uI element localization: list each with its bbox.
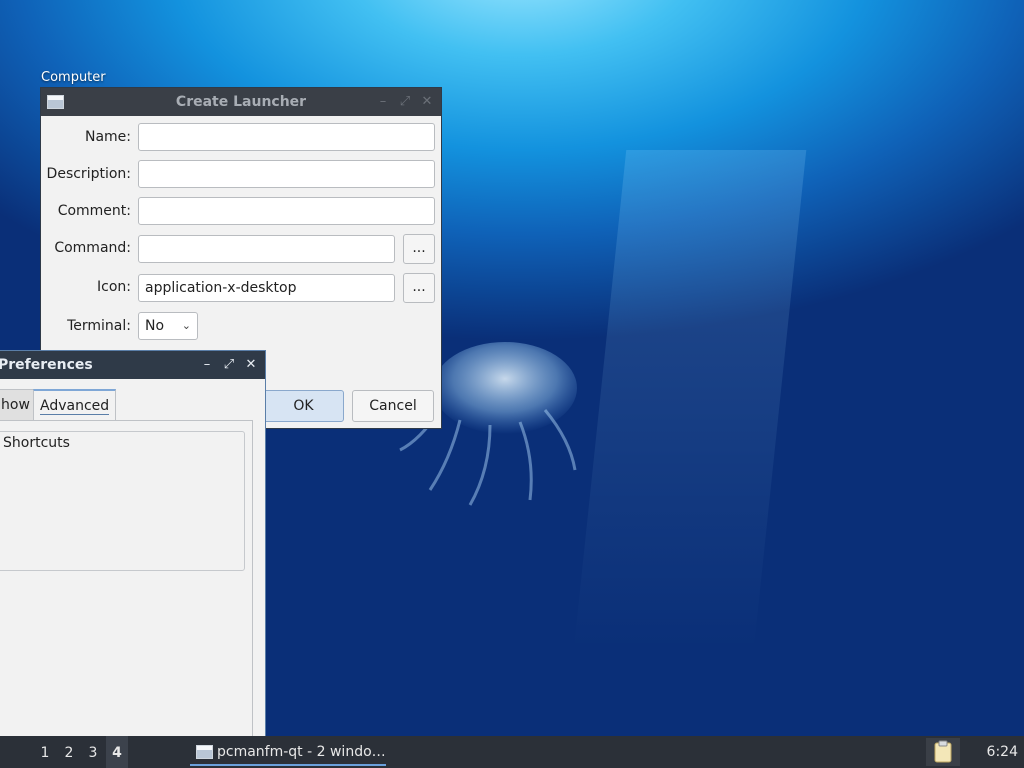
clipboard-tray[interactable] <box>926 738 960 766</box>
task-button-label: pcmanfm-qt - 2 windo… <box>217 744 386 760</box>
shortcuts-group: Shortcuts <box>0 431 245 571</box>
desktop-switch-3[interactable]: 3 <box>82 736 104 768</box>
minimize-icon[interactable]: – <box>199 357 215 373</box>
icon-input[interactable] <box>138 274 395 302</box>
command-label: Command: <box>54 240 131 256</box>
description-label: Description: <box>46 166 131 182</box>
light-ray <box>573 150 807 650</box>
cancel-button[interactable]: Cancel <box>352 390 434 422</box>
clipboard-icon <box>934 740 952 763</box>
terminal-label: Terminal: <box>67 318 131 334</box>
desktop-switch-4[interactable]: 4 <box>106 736 128 768</box>
advanced-tab-panel: Shortcuts <box>0 420 253 750</box>
terminal-select[interactable]: No ⌄ <box>138 312 198 340</box>
minimize-icon[interactable]: – <box>375 94 391 110</box>
desktop-switch-1[interactable]: 1 <box>34 736 56 768</box>
launcher-titlebar[interactable]: Create Launcher – ⤢ ✕ <box>41 88 441 116</box>
comment-input[interactable] <box>138 197 435 225</box>
close-icon[interactable]: ✕ <box>243 357 259 373</box>
tab-advanced[interactable]: Advanced <box>33 389 117 421</box>
tab-advanced-label: Advanced <box>40 398 110 415</box>
task-button-pcmanfm[interactable]: pcmanfm-qt - 2 windo… <box>190 738 386 766</box>
ok-button[interactable]: OK <box>263 390 344 422</box>
window-icon <box>196 745 213 759</box>
preferences-dialog: Preferences – ⤢ ✕ how Advanced Shortcuts <box>0 350 266 750</box>
taskbar: 1 2 3 4 pcmanfm-qt - 2 windo… 6:24 <box>0 736 1024 768</box>
shortcuts-group-title: Shortcuts <box>3 435 70 451</box>
desktop-switch-2[interactable]: 2 <box>58 736 80 768</box>
name-input[interactable] <box>138 123 435 151</box>
clock[interactable]: 6:24 <box>987 736 1018 768</box>
command-input[interactable] <box>138 235 395 263</box>
maximize-icon[interactable]: ⤢ <box>397 94 413 110</box>
comment-label: Comment: <box>57 203 131 219</box>
window-icon <box>47 95 64 109</box>
command-browse-button[interactable]: ... <box>403 234 435 264</box>
icon-label: Icon: <box>97 279 131 295</box>
terminal-select-value: No <box>145 318 165 334</box>
name-label: Name: <box>84 129 131 145</box>
computer-icon-label[interactable]: Computer <box>41 70 106 85</box>
tab-show[interactable]: how <box>0 389 34 421</box>
chevron-down-icon: ⌄ <box>181 319 191 332</box>
preferences-title: Preferences <box>0 357 93 373</box>
preferences-titlebar[interactable]: Preferences – ⤢ ✕ <box>0 351 265 379</box>
close-icon[interactable]: ✕ <box>419 94 435 110</box>
description-input[interactable] <box>138 160 435 188</box>
maximize-icon[interactable]: ⤢ <box>221 357 237 373</box>
icon-browse-button[interactable]: ... <box>403 273 435 303</box>
